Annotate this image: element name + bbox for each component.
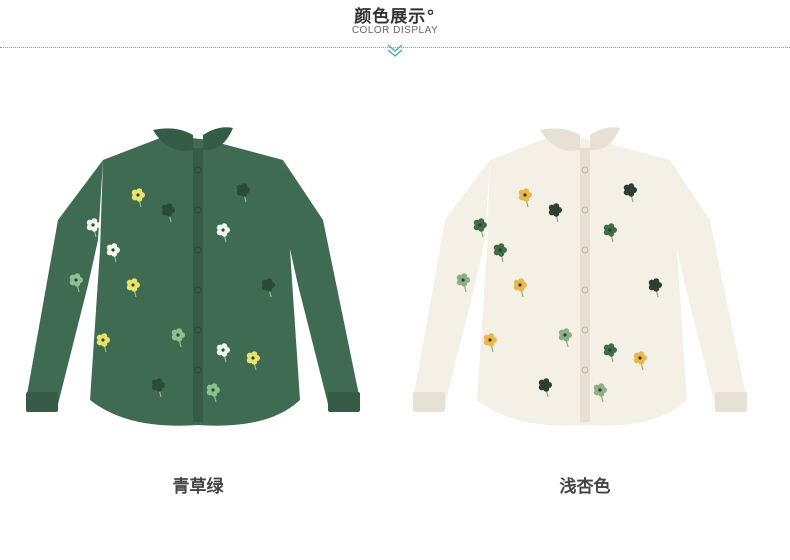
- product-cream-shirt: 浅杏色: [405, 100, 765, 497]
- section-subtitle: COLOR DISPLAY: [351, 25, 439, 36]
- shirt-button: [194, 366, 202, 374]
- shirt-button: [581, 166, 589, 174]
- color-caption-cream: 浅杏色: [559, 477, 611, 497]
- section-title: 颜色展示°: [354, 7, 436, 27]
- shirt-button: [581, 326, 589, 334]
- shirt-button: [194, 326, 202, 334]
- color-caption-green: 青草绿: [172, 477, 224, 497]
- shirt-button: [194, 206, 202, 214]
- shirt-button: [194, 286, 202, 294]
- shirt-button: [581, 206, 589, 214]
- shirt-button: [581, 246, 589, 254]
- shirt-button: [581, 286, 589, 294]
- section-header: 颜色展示° COLOR DISPLAY: [0, 0, 790, 60]
- shirt-button: [581, 366, 589, 374]
- shirt-button: [194, 166, 202, 174]
- shirt-button: [194, 246, 202, 254]
- chevron-down-icon: [387, 44, 403, 58]
- shirt-image-green: [26, 127, 360, 426]
- shirt-image-cream: [413, 127, 747, 426]
- product-green-shirt: 青草绿: [18, 100, 378, 497]
